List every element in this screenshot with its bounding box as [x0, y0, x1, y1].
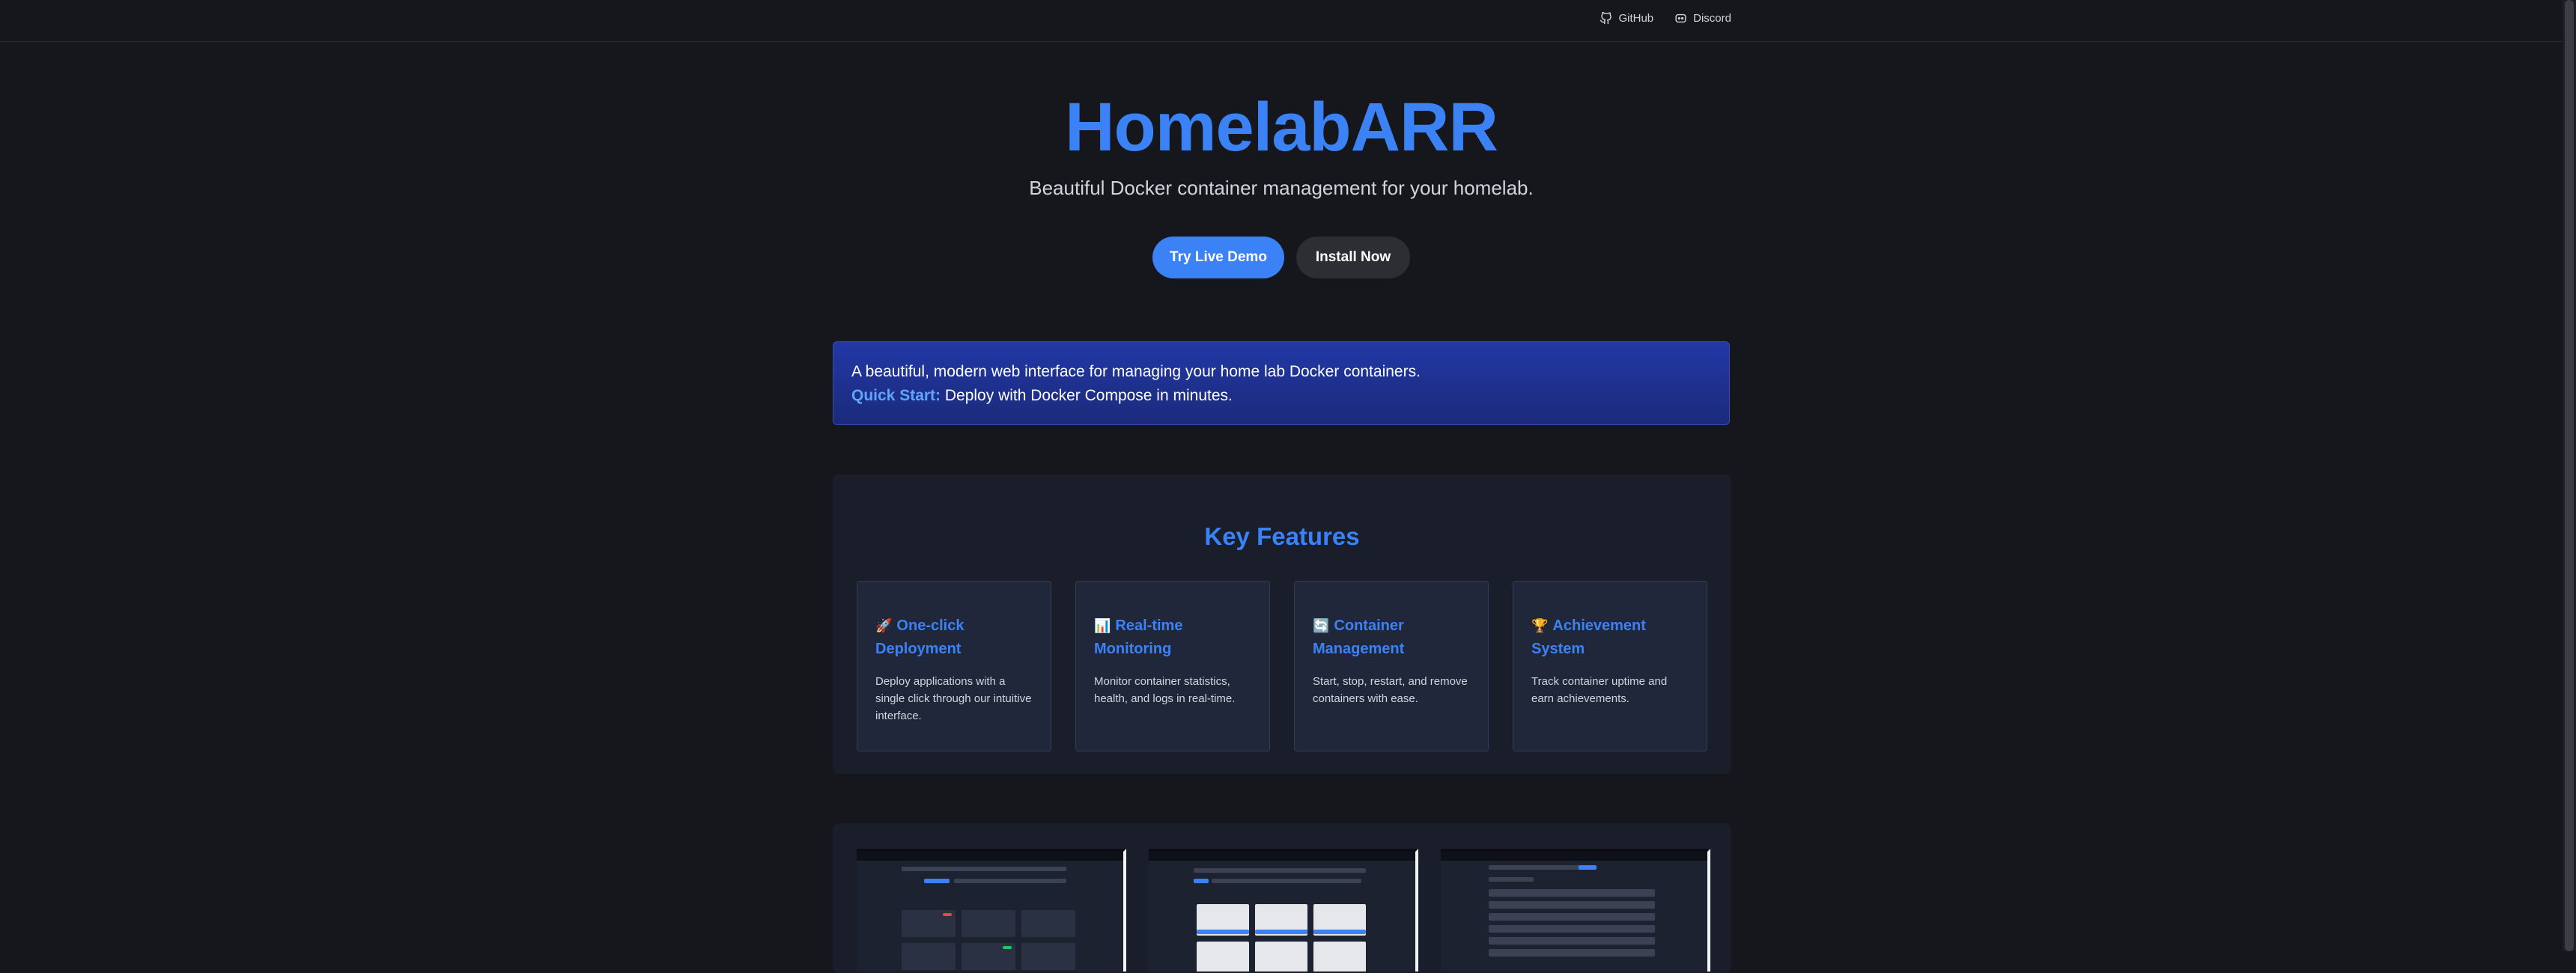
- hero-subtitle: Beautiful Docker container management fo…: [1029, 177, 1534, 199]
- github-icon: [1600, 12, 1612, 25]
- feature-card-description: Start, stop, restart, and remove contain…: [1313, 675, 1468, 705]
- feature-card-title-text: Achievement System: [1531, 617, 1646, 657]
- scrollbar-thumb[interactable]: [2565, 0, 2574, 951]
- feature-card-description: Monitor container statistics, health, an…: [1094, 675, 1236, 705]
- features-section: Key Features 🚀 One-click Deployment Deplo…: [833, 475, 1731, 774]
- screenshot-apps[interactable]: [1149, 849, 1418, 972]
- try-live-demo-button[interactable]: Try Live Demo: [1152, 237, 1284, 278]
- screenshot-achievements[interactable]: [1441, 849, 1710, 972]
- discord-link[interactable]: Discord: [1674, 12, 1731, 25]
- feature-cards: 🚀 One-click Deployment Deploy application…: [857, 581, 1707, 751]
- banner-quick-start: Quick Start: Deploy with Docker Compose …: [851, 384, 1711, 408]
- scrollbar[interactable]: [2563, 0, 2576, 951]
- discord-icon: [1675, 13, 1686, 23]
- feature-card-title: 🏆 Achievement System: [1531, 614, 1689, 661]
- feature-card-description: Track container uptime and earn achievem…: [1531, 675, 1668, 705]
- feature-card-title: 🔄 Container Management: [1313, 614, 1470, 661]
- install-now-button[interactable]: Install Now: [1296, 237, 1410, 278]
- bar-chart-icon: 📊: [1094, 618, 1111, 633]
- feature-card-title: 🚀 One-click Deployment: [875, 614, 1033, 661]
- feature-card-monitoring: 📊 Real-time Monitoring Monitor container …: [1075, 581, 1270, 751]
- feature-card-achievements: 🏆 Achievement System Track container upti…: [1513, 581, 1707, 751]
- quick-start-text: Deploy with Docker Compose in minutes.: [941, 387, 1233, 404]
- rocket-icon: 🚀: [875, 618, 893, 633]
- hero-title: HomelabARR: [1065, 89, 1498, 165]
- github-link-label: GitHub: [1618, 12, 1654, 25]
- refresh-icon: 🔄: [1313, 618, 1330, 633]
- screenshots-section: [833, 823, 1731, 973]
- discord-link-label: Discord: [1693, 12, 1731, 25]
- trophy-icon: 🏆: [1531, 618, 1549, 633]
- screenshot-dashboard[interactable]: [857, 849, 1126, 972]
- top-nav-links: GitHub Discord: [1600, 12, 1731, 25]
- hero-buttons: Try Live Demo Install Now: [0, 237, 2563, 278]
- feature-card-management: 🔄 Container Management Start, stop, resta…: [1294, 581, 1489, 751]
- feature-card-description: Deploy applications with a single click …: [875, 675, 1032, 722]
- intro-banner: A beautiful, modern web interface for ma…: [833, 341, 1730, 425]
- feature-card-title: 📊 Real-time Monitoring: [1094, 614, 1251, 661]
- github-link[interactable]: GitHub: [1600, 12, 1653, 25]
- features-title: Key Features: [1204, 522, 1360, 550]
- banner-description: A beautiful, modern web interface for ma…: [851, 363, 1421, 380]
- quick-start-label: Quick Start:: [851, 387, 941, 404]
- feature-card-deployment: 🚀 One-click Deployment Deploy application…: [857, 581, 1051, 751]
- top-nav: GitHub Discord: [0, 0, 2576, 42]
